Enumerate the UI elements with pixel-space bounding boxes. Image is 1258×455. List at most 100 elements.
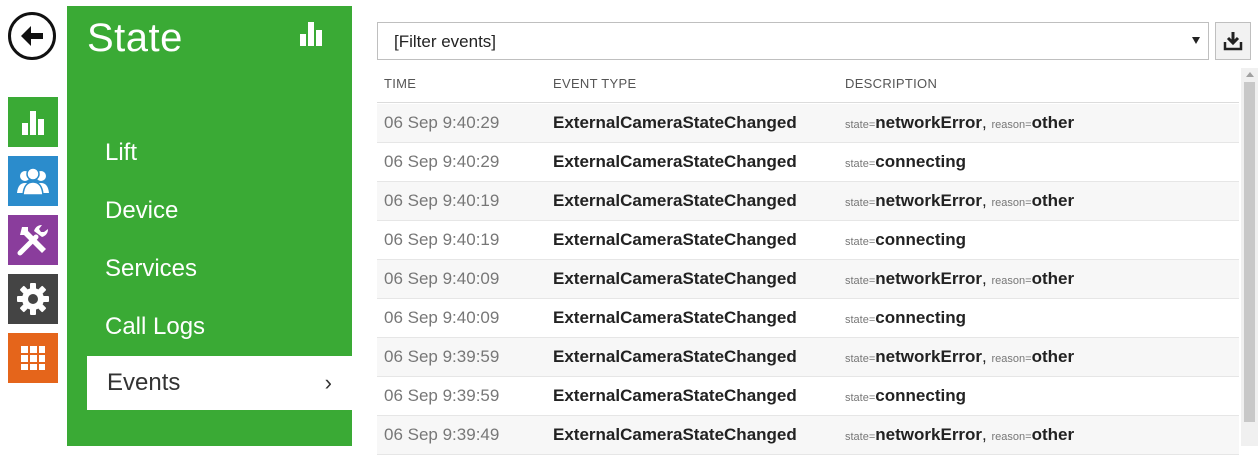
table-row[interactable]: 06 Sep 9:40:19 ExternalCameraStateChanged… [377, 182, 1239, 221]
reason-value: other [1031, 191, 1075, 210]
event-type: ExternalCameraStateChanged [553, 191, 797, 210]
event-type: ExternalCameraStateChanged [553, 269, 797, 288]
event-description: state=networkError, reason=other [845, 113, 1074, 133]
event-type: ExternalCameraStateChanged [553, 386, 797, 405]
event-type: ExternalCameraStateChanged [553, 425, 797, 444]
table-row[interactable]: 06 Sep 9:39:59 ExternalCameraStateChanged… [377, 377, 1239, 416]
state-key: state [845, 158, 869, 170]
menu-item-label: Call Logs [105, 313, 206, 340]
menu-item-call-logs[interactable]: Call Logs [87, 307, 352, 347]
state-key: state [845, 353, 869, 365]
state-value: connecting [875, 230, 966, 249]
bar-chart-icon [22, 111, 44, 135]
event-time: 06 Sep 9:40:09 [384, 308, 500, 327]
event-type: ExternalCameraStateChanged [553, 113, 797, 132]
menu-item-services[interactable]: Services [87, 249, 352, 289]
state-value: networkError [875, 113, 983, 132]
event-time: 06 Sep 9:39:49 [384, 425, 500, 444]
table-row[interactable]: 06 Sep 9:39:59 ExternalCameraStateChanged… [377, 338, 1239, 377]
bar-chart-icon [300, 22, 322, 46]
nav-state-button[interactable] [8, 97, 58, 147]
gear-icon [17, 283, 49, 315]
event-time: 06 Sep 9:39:59 [384, 386, 500, 405]
state-value: connecting [875, 308, 966, 327]
reason-key: reason [991, 197, 1026, 209]
event-time: 06 Sep 9:40:19 [384, 191, 500, 210]
menu-item-label: Events [107, 369, 181, 396]
event-time: 06 Sep 9:40:19 [384, 230, 500, 249]
state-value: networkError [875, 347, 983, 366]
chevron-right-icon: › [324, 370, 332, 395]
event-filter-select[interactable]: [Filter events] [377, 22, 1209, 60]
state-key: state [845, 236, 869, 248]
comma: , [982, 347, 987, 366]
section-title: State [87, 16, 183, 60]
column-header-time[interactable]: TIME [384, 76, 416, 91]
back-button[interactable] [8, 12, 56, 60]
state-key: state [845, 197, 869, 209]
chevron-down-icon [1192, 37, 1200, 44]
comma: , [982, 425, 987, 444]
event-description: state=connecting [845, 152, 966, 172]
state-value: networkError [875, 269, 983, 288]
reason-key: reason [991, 431, 1026, 443]
comma: , [982, 191, 987, 210]
state-key: state [845, 431, 869, 443]
reason-value: other [1031, 113, 1075, 132]
state-value: networkError [875, 191, 983, 210]
event-description: state=connecting [845, 386, 966, 406]
grid-icon [21, 346, 45, 370]
state-key: state [845, 275, 869, 287]
nav-users-button[interactable] [8, 156, 58, 206]
tools-icon [17, 225, 48, 256]
table-scrollbar[interactable] [1241, 68, 1258, 446]
events-table-body: 06 Sep 9:40:29 ExternalCameraStateChanged… [377, 104, 1239, 455]
menu-item-label: Services [105, 255, 198, 282]
download-button[interactable] [1215, 22, 1251, 60]
column-header-event-type[interactable]: EVENT TYPE [553, 76, 636, 91]
comma: , [982, 113, 987, 132]
table-row[interactable]: 06 Sep 9:40:19 ExternalCameraStateChanged… [377, 221, 1239, 260]
table-header: TIME EVENT TYPE DESCRIPTION [377, 68, 1239, 103]
table-row[interactable]: 06 Sep 9:40:29 ExternalCameraStateChanged… [377, 143, 1239, 182]
event-description: state=connecting [845, 308, 966, 328]
state-key: state [845, 392, 869, 404]
event-filter-value: [Filter events] [394, 32, 497, 51]
event-type: ExternalCameraStateChanged [553, 347, 797, 366]
event-time: 06 Sep 9:40:29 [384, 152, 500, 171]
table-row[interactable]: 06 Sep 9:40:09 ExternalCameraStateChanged… [377, 299, 1239, 338]
scrollbar-thumb[interactable] [1244, 82, 1255, 422]
event-type: ExternalCameraStateChanged [553, 152, 797, 171]
state-key: state [845, 119, 869, 131]
nav-settings-button[interactable] [8, 274, 58, 324]
nav-apps-button[interactable] [8, 333, 58, 383]
scroll-up-arrow-icon[interactable] [1246, 72, 1254, 77]
state-key: state [845, 314, 869, 326]
back-arrow-icon [21, 26, 43, 46]
menu-item-events[interactable]: Events › [87, 356, 352, 410]
menu-item-label: Device [105, 197, 179, 224]
event-time: 06 Sep 9:39:59 [384, 347, 500, 366]
menu-item-lift[interactable]: Lift [87, 133, 352, 173]
menu-item-label: Lift [105, 139, 138, 166]
event-description: state=networkError, reason=other [845, 425, 1074, 445]
state-value: connecting [875, 386, 966, 405]
reason-value: other [1031, 347, 1075, 366]
event-description: state=networkError, reason=other [845, 347, 1074, 367]
event-description: state=connecting [845, 230, 966, 250]
menu-item-device[interactable]: Device [87, 191, 352, 231]
table-row[interactable]: 06 Sep 9:40:29 ExternalCameraStateChanged… [377, 104, 1239, 143]
table-row[interactable]: 06 Sep 9:40:09 ExternalCameraStateChanged… [377, 260, 1239, 299]
reason-key: reason [991, 353, 1026, 365]
reason-value: other [1031, 425, 1075, 444]
column-header-description[interactable]: DESCRIPTION [845, 76, 937, 91]
comma: , [982, 269, 987, 288]
reason-value: other [1031, 269, 1075, 288]
users-icon [17, 167, 49, 196]
state-value: connecting [875, 152, 966, 171]
nav-tools-button[interactable] [8, 215, 58, 265]
table-row[interactable]: 06 Sep 9:39:49 ExternalCameraStateChanged… [377, 416, 1239, 455]
event-type: ExternalCameraStateChanged [553, 230, 797, 249]
reason-key: reason [991, 119, 1026, 131]
event-time: 06 Sep 9:40:29 [384, 113, 500, 132]
